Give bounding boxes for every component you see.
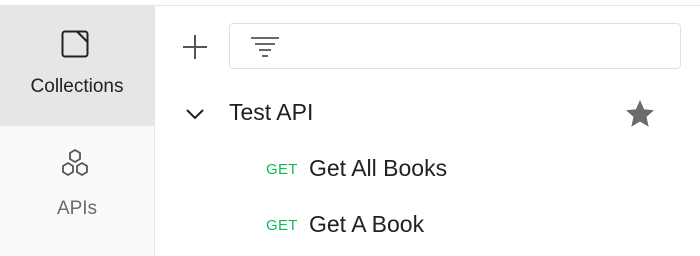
star-icon[interactable] — [624, 98, 656, 130]
collections-icon — [61, 30, 89, 58]
plus-icon[interactable] — [178, 30, 212, 64]
sidebar-item-collections[interactable]: Collections — [0, 6, 154, 126]
request-name: Get All Books — [309, 155, 448, 181]
sidebar-item-label: Collections — [30, 76, 124, 97]
request-row[interactable]: GET Get All Books — [156, 142, 700, 198]
sidebar: Collections APIs — [0, 6, 155, 256]
request-method-badge: GET — [266, 217, 298, 234]
chevron-down-icon[interactable] — [184, 105, 206, 123]
request-row[interactable]: GET Get A Book — [156, 198, 700, 254]
request-method-badge: GET — [266, 161, 298, 178]
collection-name: Test API — [229, 99, 314, 125]
apis-icon — [62, 148, 88, 177]
sidebar-item-apis[interactable]: APIs — [0, 126, 154, 246]
filter-icon — [251, 37, 279, 57]
app-window: Collections APIs Test API GET Get All Bo… — [0, 0, 700, 256]
filter-search-box[interactable] — [229, 23, 681, 69]
collection-row[interactable]: Test API — [156, 86, 700, 142]
collection-tree: Test API GET Get All Books GET Get A Boo… — [156, 86, 700, 256]
filter-input[interactable] — [288, 30, 672, 64]
sidebar-item-label: APIs — [56, 198, 98, 219]
collections-toolbar — [156, 6, 700, 86]
request-name: Get A Book — [309, 211, 425, 237]
